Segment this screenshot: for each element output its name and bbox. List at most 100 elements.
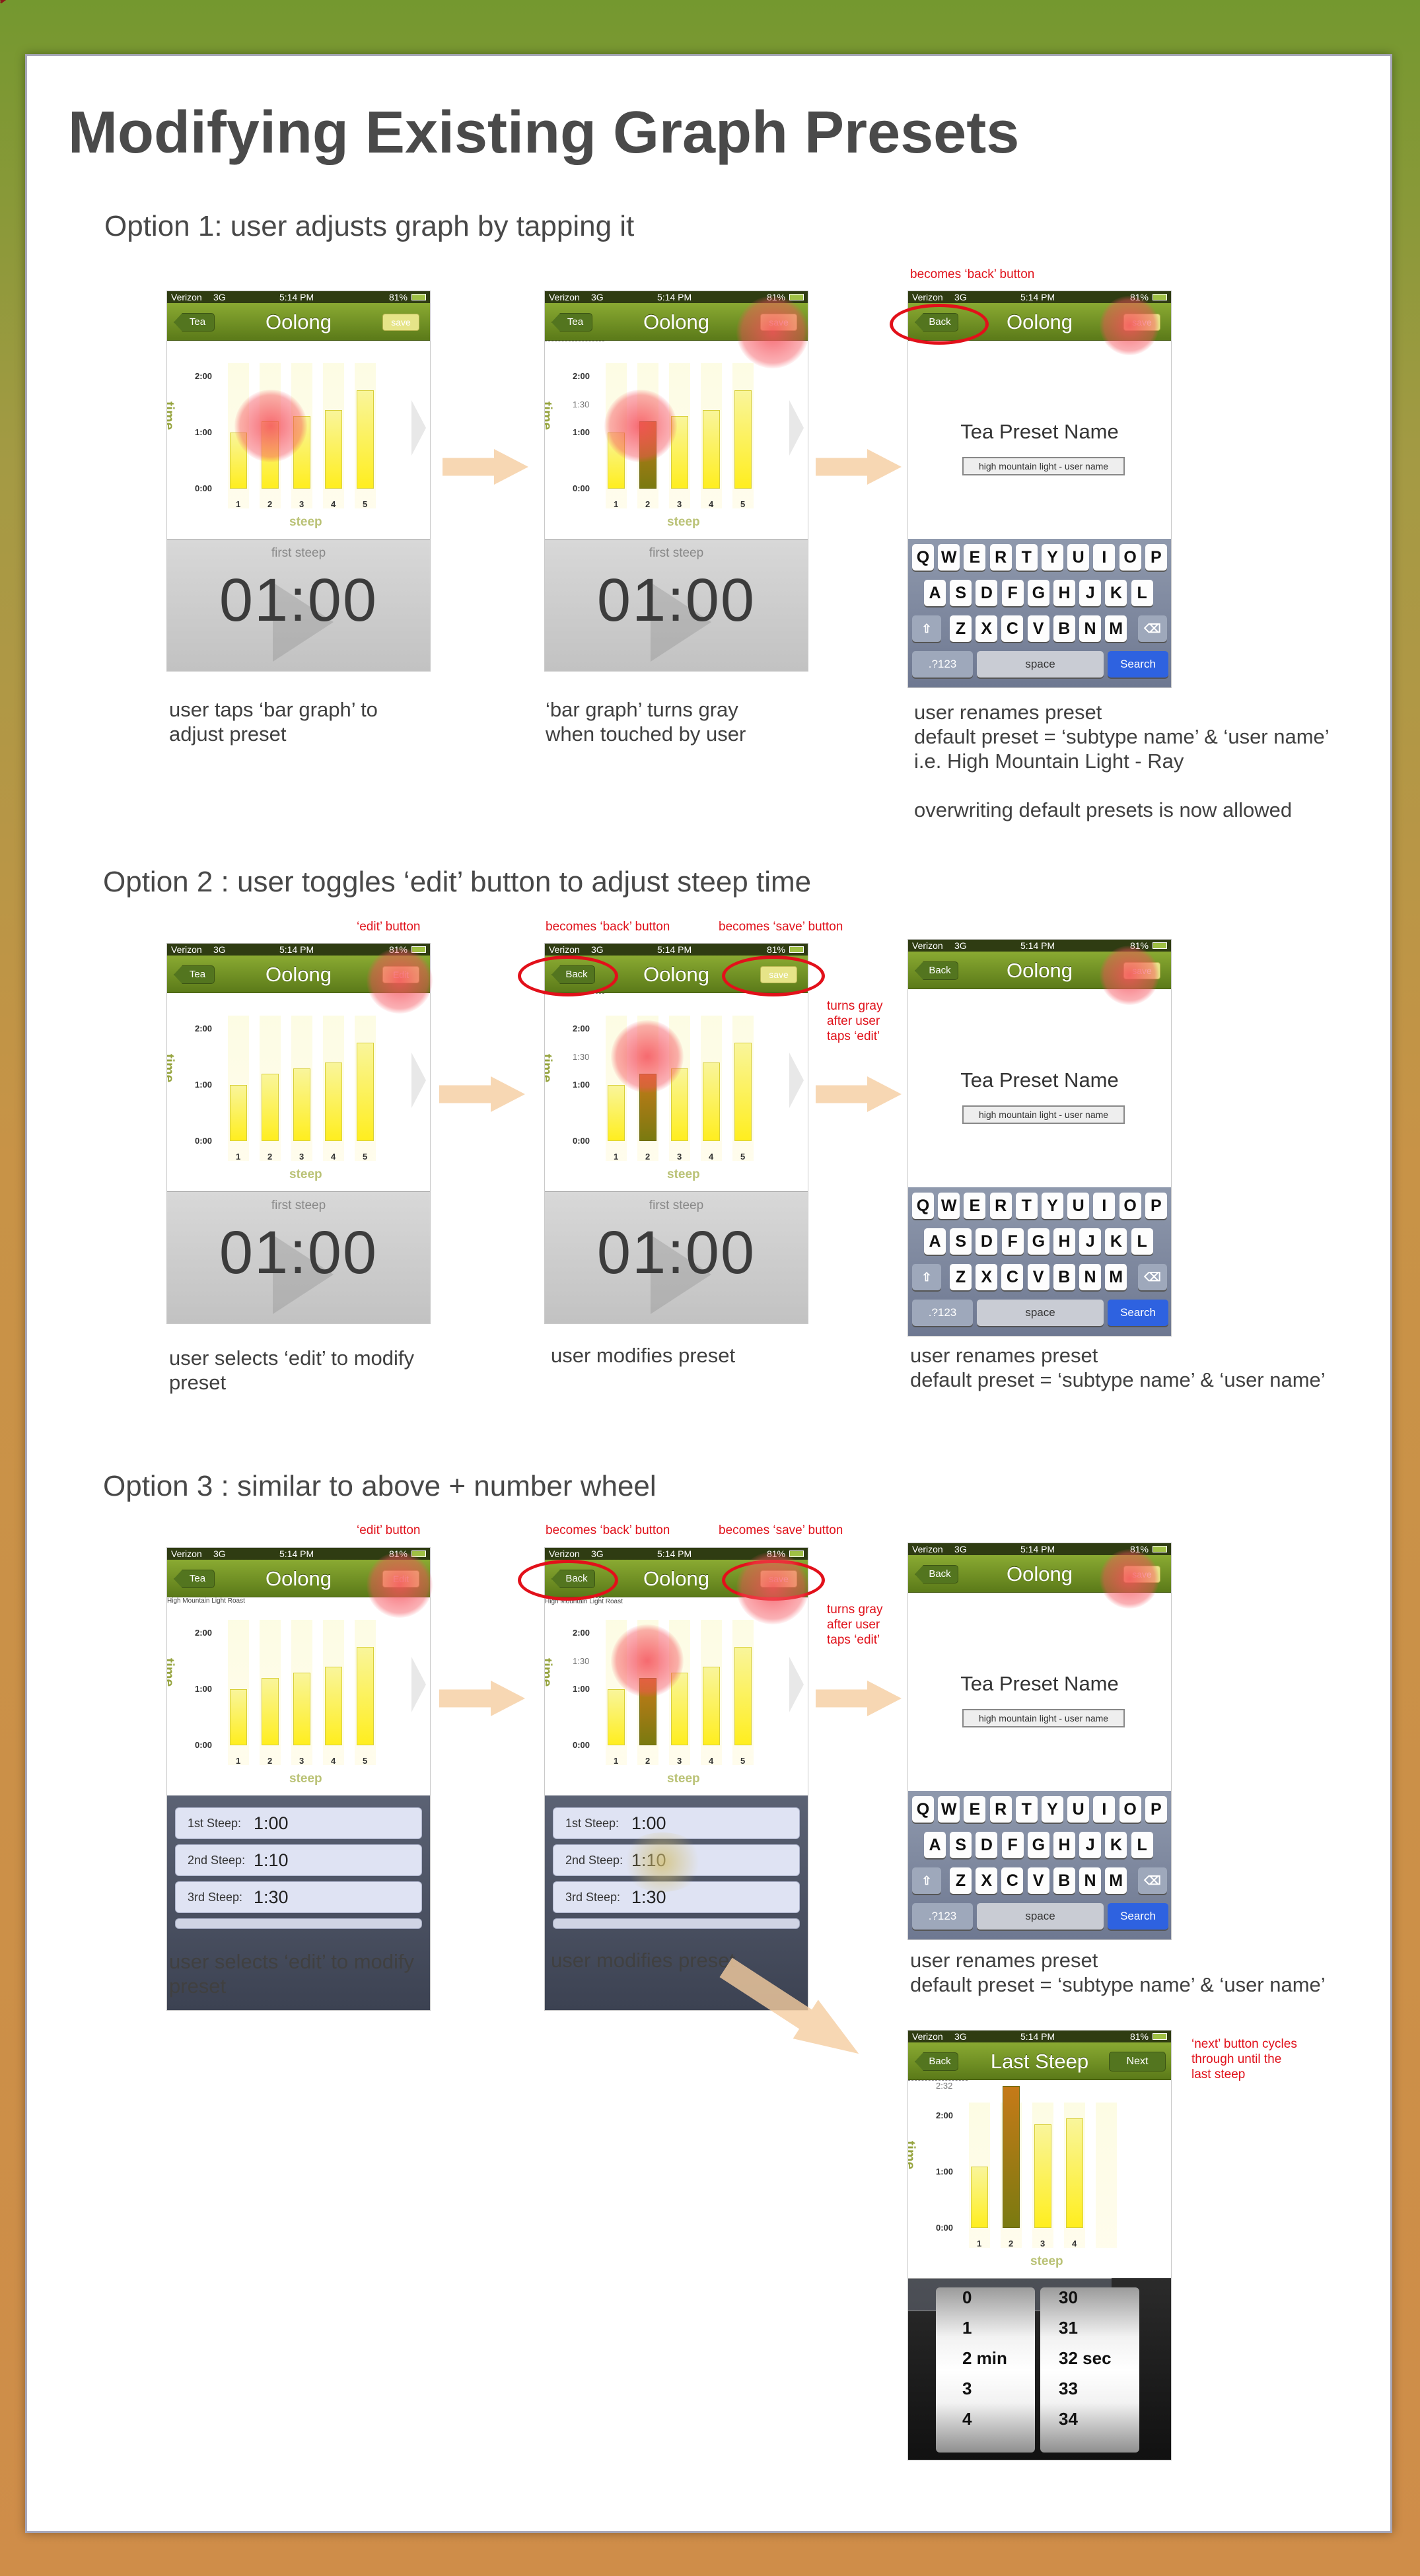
key-i[interactable]: I xyxy=(1093,544,1116,571)
preset-name-input[interactable]: high mountain light - user name xyxy=(962,1105,1125,1124)
next-button[interactable]: Next xyxy=(1109,2052,1166,2071)
key-x[interactable]: X xyxy=(976,615,998,642)
key-q[interactable]: Q xyxy=(912,544,934,571)
steep-bar-1[interactable] xyxy=(608,1085,625,1141)
timer-panel[interactable]: first steep 01:00 xyxy=(167,539,430,671)
steep-bar-1[interactable] xyxy=(230,1085,247,1141)
key-v[interactable]: V xyxy=(1027,1867,1049,1894)
key-z[interactable]: Z xyxy=(950,1264,972,1290)
key-y[interactable]: Y xyxy=(1042,1193,1063,1219)
seconds-wheel[interactable] xyxy=(1040,2287,1139,2453)
steep-bar-4[interactable] xyxy=(703,1667,720,1745)
key-z[interactable]: Z xyxy=(950,615,972,642)
key-h[interactable]: H xyxy=(1053,1228,1075,1255)
key-p[interactable]: P xyxy=(1145,1796,1167,1823)
key-e[interactable]: E xyxy=(964,544,986,571)
key-r[interactable]: R xyxy=(989,544,1012,571)
timer-panel[interactable]: first steep 01:00 xyxy=(545,539,808,671)
key-v[interactable]: V xyxy=(1027,1264,1049,1290)
key-o[interactable]: O xyxy=(1119,1796,1141,1823)
key-h[interactable]: H xyxy=(1053,1832,1075,1858)
key-u[interactable]: U xyxy=(1067,544,1090,571)
steep-bar-4[interactable] xyxy=(1066,2118,1083,2228)
key-g[interactable]: G xyxy=(1027,1832,1049,1858)
next-graph-arrow[interactable] xyxy=(411,1053,426,1108)
preset-name-input[interactable]: high mountain light - user name xyxy=(962,1709,1125,1727)
key-i[interactable]: I xyxy=(1093,1796,1116,1823)
key-e[interactable]: E xyxy=(964,1193,986,1219)
next-graph-arrow[interactable] xyxy=(789,1053,804,1108)
shift-key[interactable]: ⇧ xyxy=(912,1867,941,1894)
key-c[interactable]: C xyxy=(1001,1264,1024,1290)
steep-row[interactable]: 2nd Steep: 1:10 xyxy=(175,1844,422,1876)
key-n[interactable]: N xyxy=(1079,1264,1101,1290)
steep-bar-5[interactable] xyxy=(357,1043,374,1141)
steep-bar-1[interactable] xyxy=(971,2166,988,2228)
key-f[interactable]: F xyxy=(1001,1832,1024,1858)
next-graph-arrow[interactable] xyxy=(789,1657,804,1712)
key-a[interactable]: A xyxy=(924,1228,946,1255)
steep-bar-5[interactable] xyxy=(357,1647,374,1745)
key-y[interactable]: Y xyxy=(1042,544,1063,571)
delete-key[interactable]: ⌫ xyxy=(1138,1867,1167,1894)
key-c[interactable]: C xyxy=(1001,615,1024,642)
key-d[interactable]: D xyxy=(976,580,998,606)
key-m[interactable]: M xyxy=(1105,1867,1127,1894)
numbers-key[interactable]: .?123 xyxy=(912,1300,973,1326)
key-w[interactable]: W xyxy=(938,1193,960,1219)
steep-bar-2[interactable] xyxy=(262,1074,279,1141)
key-r[interactable]: R xyxy=(989,1193,1012,1219)
steep-time-graph[interactable]: 2:00 1:30 1:00 0:00 time 1 2 3 4 5 steep xyxy=(545,341,808,539)
key-p[interactable]: P xyxy=(1145,1193,1167,1219)
key-o[interactable]: O xyxy=(1119,544,1141,571)
timer-panel[interactable]: first steep 01:00 xyxy=(167,1191,430,1323)
steep-row[interactable]: 3rd Steep: 1:30 xyxy=(175,1881,422,1913)
key-b[interactable]: B xyxy=(1053,1264,1075,1290)
key-n[interactable]: N xyxy=(1079,615,1101,642)
key-s[interactable]: S xyxy=(950,580,972,606)
space-key[interactable]: space xyxy=(977,1903,1104,1930)
key-j[interactable]: J xyxy=(1079,1228,1102,1255)
steep-bar-1[interactable] xyxy=(230,1689,247,1745)
key-o[interactable]: O xyxy=(1119,1193,1141,1219)
steep-time-graph[interactable]: 2:00 1:30 1:00 0:00 time 1 2 3 4 5 steep xyxy=(545,993,808,1191)
steep-bar-4[interactable] xyxy=(325,1062,342,1141)
steep-bar-4[interactable] xyxy=(703,1062,720,1141)
steep-bar-5[interactable] xyxy=(734,1043,752,1141)
steep-bar-2[interactable] xyxy=(1003,2085,1020,2228)
key-k[interactable]: K xyxy=(1105,1832,1127,1858)
key-a[interactable]: A xyxy=(924,1832,946,1858)
delete-key[interactable]: ⌫ xyxy=(1138,615,1167,642)
key-f[interactable]: F xyxy=(1001,1228,1024,1255)
numbers-key[interactable]: .?123 xyxy=(912,1903,973,1930)
key-x[interactable]: X xyxy=(976,1867,998,1894)
key-q[interactable]: Q xyxy=(912,1193,934,1219)
key-z[interactable]: Z xyxy=(950,1867,972,1894)
shift-key[interactable]: ⇧ xyxy=(912,1264,941,1290)
search-key[interactable]: Search xyxy=(1108,1903,1168,1930)
key-x[interactable]: X xyxy=(976,1264,998,1290)
key-t[interactable]: T xyxy=(1015,1796,1038,1823)
save-button[interactable]: save xyxy=(382,314,419,331)
numbers-key[interactable]: .?123 xyxy=(912,651,973,678)
time-picker[interactable]: 012 min 3 4 30 31 32 sec 33 34 xyxy=(908,2278,1171,2460)
key-n[interactable]: N xyxy=(1079,1867,1101,1894)
steep-bar-4[interactable] xyxy=(325,410,342,489)
key-l[interactable]: L xyxy=(1131,1832,1153,1858)
key-s[interactable]: S xyxy=(950,1832,972,1858)
key-k[interactable]: K xyxy=(1105,1228,1127,1255)
minutes-wheel[interactable] xyxy=(936,2287,1035,2453)
key-t[interactable]: T xyxy=(1015,544,1038,571)
steep-bar-5[interactable] xyxy=(734,1647,752,1745)
timer-panel[interactable]: first steep 01:00 xyxy=(545,1191,808,1323)
key-y[interactable]: Y xyxy=(1042,1796,1063,1823)
preset-name-input[interactable]: high mountain light - user name xyxy=(962,457,1125,475)
key-w[interactable]: W xyxy=(938,1796,960,1823)
steep-row[interactable]: 1st Steep: 1:00 xyxy=(175,1807,422,1839)
key-b[interactable]: B xyxy=(1053,615,1075,642)
key-t[interactable]: T xyxy=(1015,1193,1038,1219)
steep-bar-1[interactable] xyxy=(608,1689,625,1745)
key-h[interactable]: H xyxy=(1053,580,1075,606)
key-u[interactable]: U xyxy=(1067,1193,1090,1219)
search-key[interactable]: Search xyxy=(1108,1300,1168,1326)
